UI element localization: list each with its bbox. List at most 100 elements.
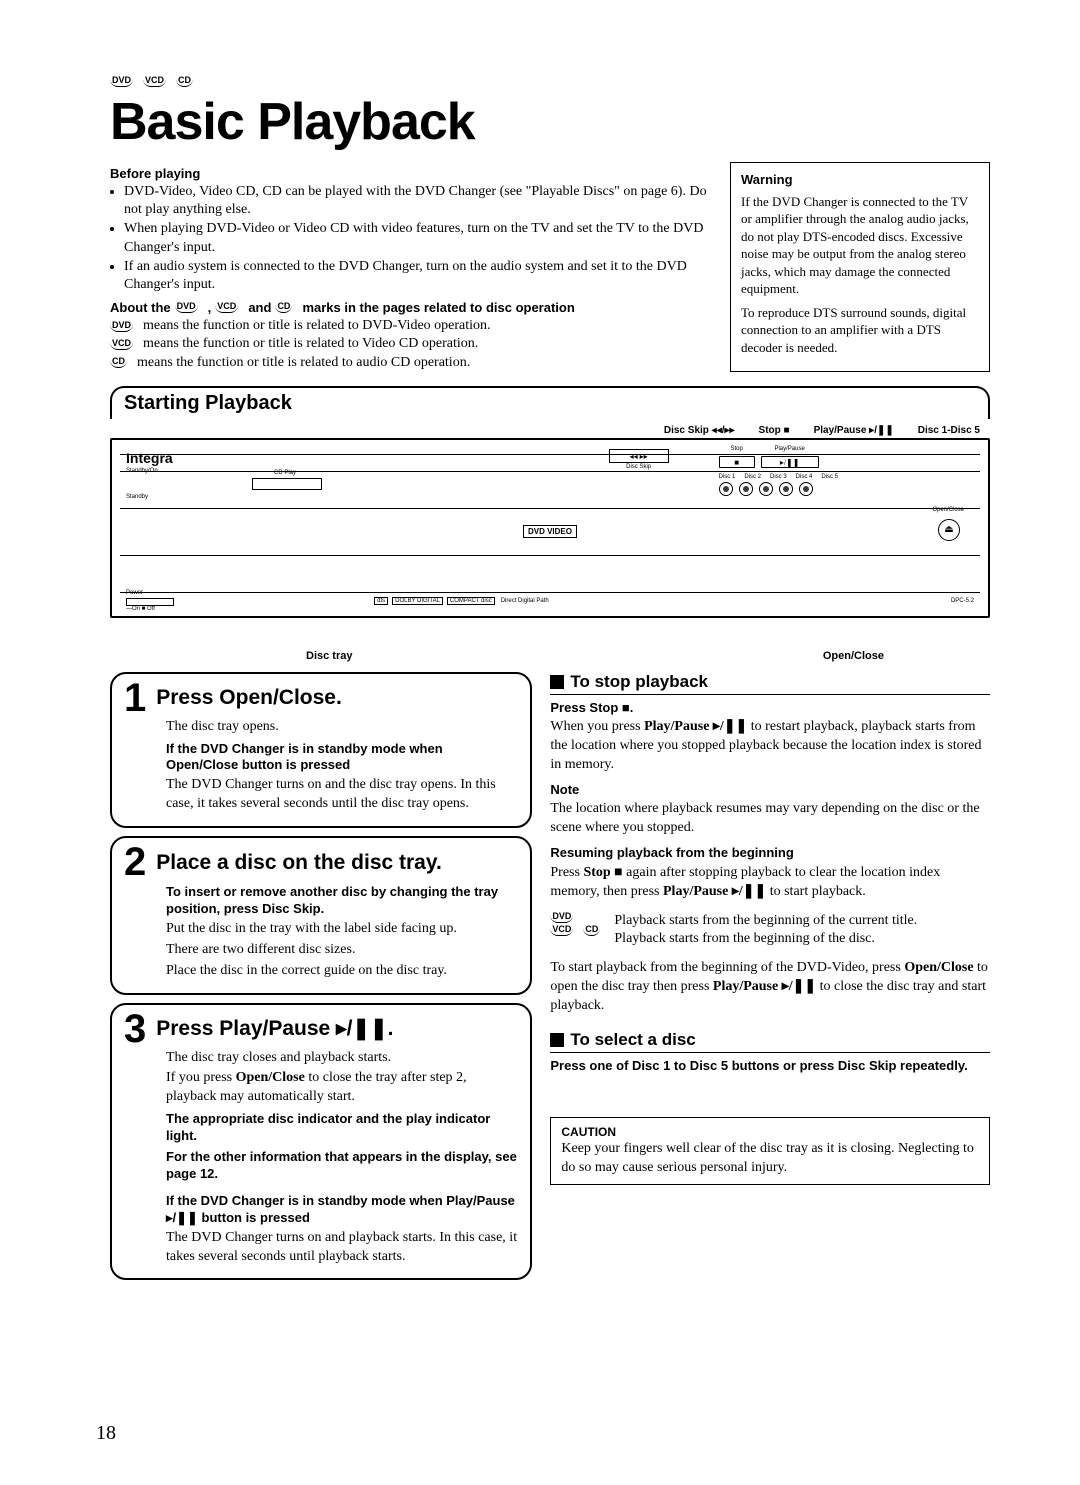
callout-stop: Stop ■ — [759, 425, 790, 436]
step-1: 1 Press Open/Close. The disc tray opens.… — [110, 672, 532, 828]
right-text: When you press Play/Pause ▸/❚❚ to restar… — [550, 718, 990, 775]
callout-disc-tray: Disc tray — [306, 650, 352, 662]
open-close-label: Open/Close — [932, 507, 964, 513]
right-text: The location where playback resumes may … — [550, 800, 990, 838]
device-bottom-callouts: Disc tray Open/Close — [110, 618, 990, 666]
device-brand-label: Integra — [126, 450, 173, 466]
step-2: 2 Place a disc on the disc tray. To inse… — [110, 836, 532, 994]
disc-button-icon — [739, 482, 753, 496]
before-playing-section: Before playing DVD-Video, Video CD, CD c… — [110, 162, 714, 372]
cd-play-label: CD Play — [274, 470, 296, 476]
step-number: 3 — [124, 1011, 146, 1047]
step-subheading: If the DVD Changer is in standby mode wh… — [166, 1193, 518, 1227]
step-subheading: If the DVD Changer is in standby mode wh… — [166, 741, 518, 775]
play-pause-button-icon: ▸/❚❚ — [761, 456, 819, 468]
power-switch-icon — [126, 598, 174, 606]
disc-type-notes: DVD VCD CD Playback starts from the begi… — [550, 912, 990, 950]
step-title: Press Play/Pause ▸/❚❚. — [156, 1016, 393, 1041]
about-marks-heading: About the DVD , VCD and CD marks in the … — [110, 300, 714, 315]
standby-on-label: Standby/On — [126, 468, 158, 474]
page-number: 18 — [96, 1422, 116, 1445]
before-playing-heading: Before playing — [110, 166, 714, 181]
dvd-badge-icon: DVD — [550, 912, 573, 923]
step-text: The DVD Changer turns on and the disc tr… — [166, 776, 518, 814]
to-select-disc-section: To select a disc Press one of Disc 1 to … — [550, 1030, 990, 1075]
device-footer-row: Power —On ■ Off dts DOLBY DIGITAL COMPAC… — [120, 592, 980, 610]
step-number: 2 — [124, 844, 146, 880]
step-title: Place a disc on the disc tray. — [156, 850, 442, 875]
step-number: 1 — [124, 680, 146, 716]
warning-heading: Warning — [741, 171, 979, 189]
warning-box: Warning If the DVD Changer is connected … — [730, 162, 990, 372]
disc-select-buttons — [719, 482, 838, 496]
dvd-badge-icon: DVD — [175, 302, 198, 313]
step-3: 3 Press Play/Pause ▸/❚❚. The disc tray c… — [110, 1003, 532, 1281]
step-text: Place the disc in the correct guide on t… — [166, 962, 518, 981]
select-disc-text: Press one of Disc 1 to Disc 5 buttons or… — [550, 1057, 990, 1075]
step-text: The disc tray opens. — [166, 718, 518, 737]
stop-button-icon: ■ — [719, 456, 755, 468]
warning-text: If the DVD Changer is connected to the T… — [741, 193, 979, 298]
step-text: The DVD Changer turns on and playback st… — [166, 1229, 518, 1267]
cd-play-button-icon — [252, 478, 322, 490]
device-top-callouts: Disc Skip ◂◂/▸▸ Stop ■ Play/Pause ▸/❚❚ D… — [110, 425, 990, 438]
disc-button-icon — [759, 482, 773, 496]
device-control-cluster: ◂◂ ▸▸ Disc Skip Stop ■ Play/Pause ▸/❚❚ — [609, 446, 838, 496]
before-item: DVD-Video, Video CD, CD can be played wi… — [124, 183, 714, 219]
ddp-label: Direct Digital Path — [499, 598, 551, 604]
cd-badge-icon: CD — [275, 302, 292, 313]
callout-play-pause: Play/Pause ▸/❚❚ — [814, 425, 894, 436]
cd-logo-icon: COMPACT disc — [447, 597, 495, 605]
caution-box: CAUTION Keep your fingers well clear of … — [550, 1117, 990, 1185]
disc-skip-label: Disc Skip — [609, 464, 669, 470]
standby-label: Standby — [126, 494, 148, 500]
header-disc-badges: DVD VCD CD — [110, 70, 990, 88]
vcd-badge-icon: VCD — [110, 339, 133, 350]
disc-button-icon — [719, 482, 733, 496]
callout-open-close: Open/Close — [823, 650, 884, 662]
cd-badge-icon: CD — [583, 925, 600, 936]
disc-button-icon — [799, 482, 813, 496]
resume-heading: Resuming playback from the beginning — [550, 844, 990, 862]
dvd-note: Playback starts from the beginning of th… — [614, 912, 917, 931]
right-heading: To select a disc — [550, 1030, 990, 1053]
warning-text: To reproduce DTS surround sounds, digita… — [741, 304, 979, 357]
device-diagram-block: Disc Skip ◂◂/▸▸ Stop ■ Play/Pause ▸/❚❚ D… — [110, 419, 990, 666]
device-top-slot — [120, 454, 980, 472]
caution-heading: CAUTION — [561, 1124, 979, 1140]
vcd-badge-icon: VCD — [215, 302, 238, 313]
before-item: If an audio system is connected to the D… — [124, 258, 714, 294]
device-front-panel: Integra Standby/On Standby CD Play ◂◂ ▸▸… — [110, 438, 990, 618]
step-text: There are two different disc sizes. — [166, 941, 518, 960]
caution-text: Keep your fingers well clear of the disc… — [561, 1140, 979, 1178]
open-close-button-icon: ⏏ — [938, 519, 960, 541]
dts-logo-icon: dts — [374, 597, 388, 605]
step-subheading: To insert or remove another disc by chan… — [166, 884, 518, 918]
vcd-badge-icon: VCD — [143, 76, 166, 87]
dvd-badge-icon: DVD — [110, 321, 133, 332]
disc-tray: DVD VIDEO Open/Close ⏏ — [120, 508, 980, 556]
right-text: To start playback from the beginning of … — [550, 959, 990, 1016]
step-text: The disc tray closes and playback starts… — [166, 1049, 518, 1068]
cd-badge-icon: CD — [176, 76, 193, 87]
to-stop-playback-section: To stop playback Press Stop ■. When you … — [550, 672, 990, 1016]
callout-discs: Disc 1-Disc 5 — [918, 425, 980, 436]
cd-badge-icon: CD — [110, 357, 127, 368]
section-heading: Starting Playback — [110, 386, 990, 419]
device-model-label: DPC-5.2 — [951, 598, 974, 604]
about-marks-lines: DVD means the function or title is relat… — [110, 317, 714, 372]
step-title: Press Open/Close. — [156, 685, 342, 710]
step-subheading: The appropriate disc indicator and the p… — [166, 1111, 518, 1145]
disc-button-icon — [779, 482, 793, 496]
before-item: When playing DVD-Video or Video CD with … — [124, 220, 714, 256]
dvd-logo-icon: DVD VIDEO — [523, 525, 577, 538]
vcd-badge-icon: VCD — [550, 925, 573, 936]
callout-disc-skip: Disc Skip ◂◂/▸▸ — [664, 425, 735, 436]
page-title: Basic Playback — [110, 92, 990, 152]
step-subheading: For the other information that appears i… — [166, 1149, 518, 1183]
step-text: If you press Open/Close to close the tra… — [166, 1069, 518, 1107]
step-text: Put the disc in the tray with the label … — [166, 920, 518, 939]
skip-button-icon: ◂◂ ▸▸ — [609, 449, 669, 463]
dolby-logo-icon: DOLBY DIGITAL — [392, 597, 443, 605]
vcd-cd-note: Playback starts from the beginning of th… — [614, 930, 917, 949]
